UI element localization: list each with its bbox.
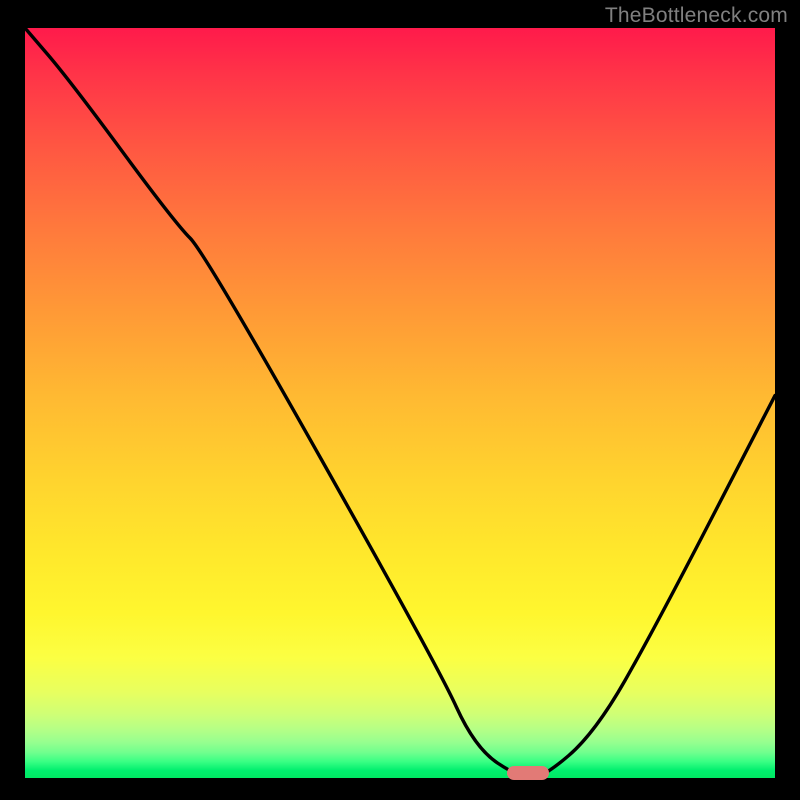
bottleneck-curve xyxy=(25,28,775,778)
optimum-marker xyxy=(507,766,549,780)
curve-path xyxy=(25,28,775,778)
chart-frame: TheBottleneck.com xyxy=(0,0,800,800)
watermark-text: TheBottleneck.com xyxy=(605,4,788,28)
plot-area xyxy=(25,28,775,778)
